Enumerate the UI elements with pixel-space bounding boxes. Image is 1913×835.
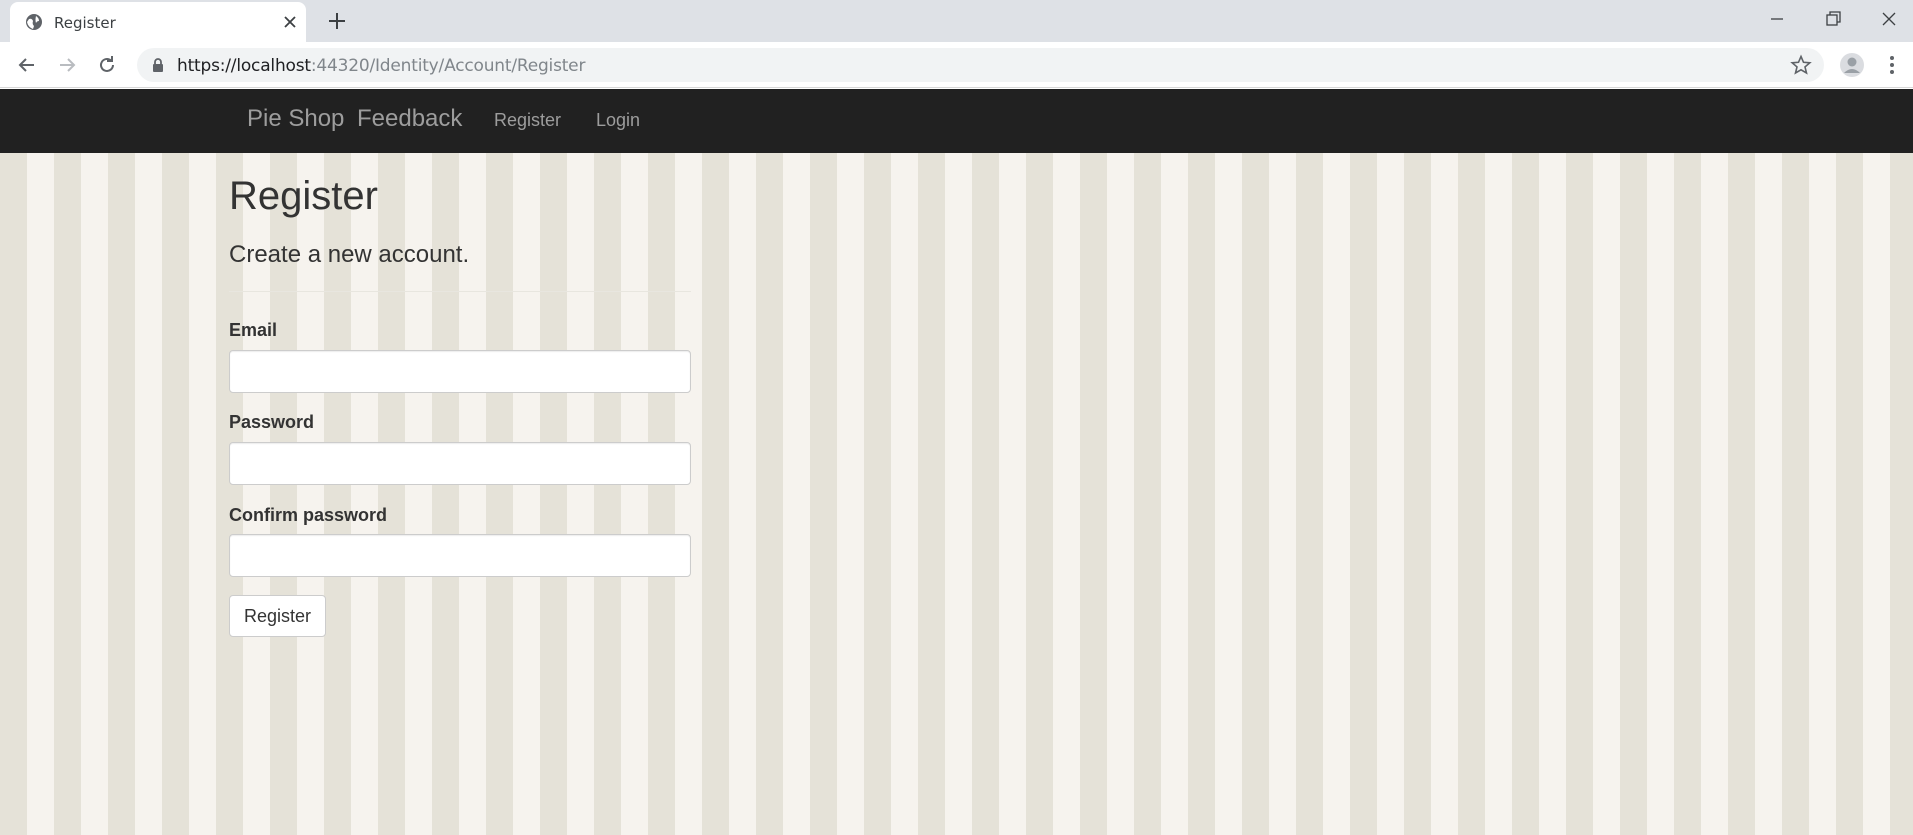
lock-icon[interactable] [151, 57, 165, 73]
nav-register-link[interactable]: Register [494, 110, 561, 131]
profile-icon[interactable] [1839, 52, 1865, 78]
globe-icon [26, 14, 42, 30]
address-bar[interactable]: https://localhost:44320/Identity/Account… [137, 48, 1824, 82]
star-icon[interactable] [1790, 54, 1812, 76]
password-label: Password [229, 412, 315, 432]
tab-title: Register [54, 14, 116, 32]
brand-link[interactable]: Pie Shop [247, 105, 344, 133]
page-title: Register [229, 174, 378, 218]
confirm-password-label: Confirm password [229, 505, 388, 525]
register-button[interactable]: Register [229, 595, 326, 637]
email-field[interactable] [229, 350, 691, 393]
password-field[interactable] [229, 442, 691, 485]
site-navbar: Pie Shop Feedback Register Login [0, 89, 1913, 153]
close-icon[interactable] [281, 13, 299, 31]
url-text: https://localhost:44320/Identity/Account… [177, 56, 585, 76]
browser-toolbar: https://localhost:44320/Identity/Account… [0, 42, 1913, 88]
menu-dots-icon[interactable] [1880, 53, 1904, 77]
nav-login-link[interactable]: Login [596, 110, 640, 131]
forward-icon[interactable] [55, 53, 79, 77]
page-content: Register Create a new account. Email Pas… [0, 153, 1913, 835]
browser-tab[interactable]: Register [10, 2, 306, 42]
reload-icon[interactable] [95, 53, 119, 77]
browser-tab-strip: Register [0, 0, 1913, 42]
url-host: https://localhost [177, 56, 311, 76]
plus-icon[interactable] [326, 10, 348, 32]
restore-icon[interactable] [1822, 8, 1844, 30]
confirm-password-field[interactable] [229, 534, 691, 577]
url-path: :44320/Identity/Account/Register [310, 56, 586, 76]
minimize-icon[interactable] [1766, 8, 1788, 30]
feedback-link[interactable]: Feedback [357, 105, 462, 133]
email-label: Email [229, 320, 278, 340]
divider [229, 291, 691, 292]
back-icon[interactable] [15, 53, 39, 77]
window-close-icon[interactable] [1878, 8, 1900, 30]
page-subtitle: Create a new account. [229, 241, 470, 268]
